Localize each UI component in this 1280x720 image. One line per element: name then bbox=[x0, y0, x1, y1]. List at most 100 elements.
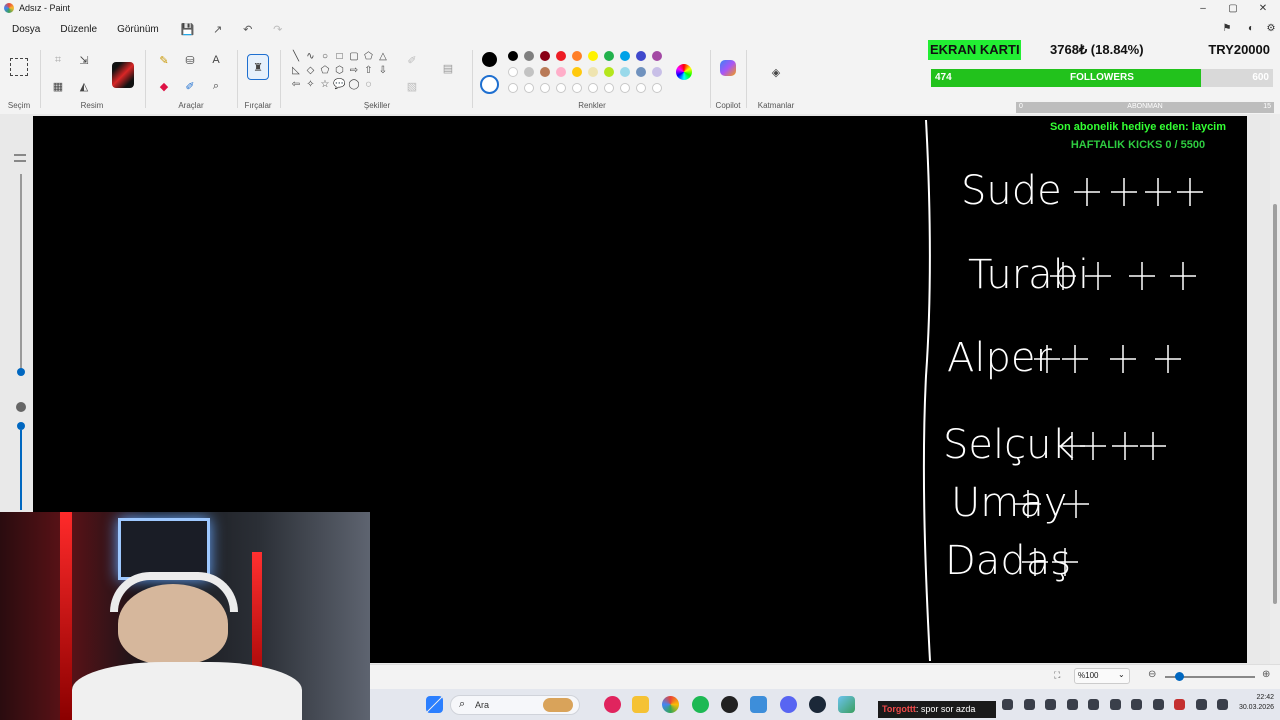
spotify-icon[interactable] bbox=[692, 696, 709, 713]
taskbar-clock[interactable]: 22:42 30.03.2026 bbox=[1239, 693, 1274, 713]
fill-icon[interactable]: ▧ bbox=[404, 78, 420, 94]
custom-color-slot[interactable] bbox=[588, 83, 598, 93]
tray-icon[interactable] bbox=[1066, 699, 1078, 710]
primary-color-swatch[interactable] bbox=[482, 52, 497, 67]
eraser-icon[interactable]: ◆ bbox=[156, 78, 172, 94]
scrollbar-thumb[interactable] bbox=[1273, 204, 1277, 604]
settings-gear-icon[interactable]: ⚙ bbox=[1256, 20, 1280, 36]
brush-icon[interactable]: ♜ bbox=[247, 54, 269, 80]
custom-color-slot[interactable] bbox=[556, 83, 566, 93]
custom-color-slot[interactable] bbox=[636, 83, 646, 93]
steam-icon[interactable] bbox=[809, 696, 826, 713]
colors-group: Renkler bbox=[476, 44, 708, 114]
opacity-knob[interactable] bbox=[17, 422, 25, 430]
undo-icon[interactable]: ↶ bbox=[239, 20, 257, 38]
tray-icon[interactable] bbox=[1045, 699, 1056, 710]
tray-icon[interactable] bbox=[1174, 699, 1185, 710]
fill-bucket-icon[interactable]: ⛁ bbox=[182, 52, 198, 68]
custom-color-slot[interactable] bbox=[652, 83, 662, 93]
obs-icon[interactable] bbox=[721, 696, 738, 713]
crop-icon[interactable]: ⌗ bbox=[50, 52, 66, 68]
tray-icon[interactable] bbox=[1131, 699, 1142, 710]
shape-size-icon[interactable]: ▤ bbox=[440, 60, 456, 76]
menu-edit[interactable]: Düzenle bbox=[58, 22, 99, 37]
color-swatch[interactable] bbox=[524, 67, 534, 77]
custom-color-slot[interactable] bbox=[524, 83, 534, 93]
tray-icon[interactable] bbox=[1088, 699, 1099, 710]
tray-icon[interactable] bbox=[1002, 699, 1013, 710]
color-swatch[interactable] bbox=[540, 67, 550, 77]
settings-app-icon[interactable] bbox=[750, 696, 767, 713]
custom-color-slot[interactable] bbox=[540, 83, 550, 93]
taskbar-search[interactable]: ⌕ Ara bbox=[450, 695, 580, 715]
color-swatch[interactable] bbox=[572, 51, 582, 61]
vertical-scrollbar[interactable] bbox=[1270, 114, 1280, 664]
menu-file[interactable]: Dosya bbox=[10, 22, 42, 37]
brush-size-slider[interactable] bbox=[14, 150, 28, 510]
media-player-icon[interactable] bbox=[604, 696, 621, 713]
save-icon[interactable]: 💾 bbox=[179, 20, 197, 38]
close-button[interactable]: ✕ bbox=[1248, 0, 1278, 16]
resize-icon[interactable]: ⇲ bbox=[76, 52, 92, 68]
color-swatch[interactable] bbox=[620, 67, 630, 77]
image-brush-icon[interactable] bbox=[112, 62, 134, 88]
tray-icon[interactable] bbox=[1195, 699, 1207, 710]
tray-icon[interactable] bbox=[1217, 699, 1228, 710]
zoom-out-icon[interactable]: ⊖ bbox=[1148, 669, 1156, 680]
pencil-icon[interactable]: ✎ bbox=[156, 52, 172, 68]
custom-color-slot[interactable] bbox=[508, 83, 518, 93]
tray-icon[interactable] bbox=[1109, 699, 1121, 710]
minimize-button[interactable]: – bbox=[1188, 0, 1218, 16]
custom-color-slot[interactable] bbox=[572, 83, 582, 93]
text-icon[interactable]: A bbox=[208, 52, 224, 68]
color-swatch[interactable] bbox=[508, 67, 518, 77]
shape-icon[interactable]: ◌ bbox=[361, 76, 377, 92]
tray-icon[interactable] bbox=[1023, 699, 1035, 710]
tray-icon[interactable] bbox=[1152, 699, 1164, 710]
color-swatch[interactable] bbox=[588, 51, 598, 61]
copilot-icon[interactable] bbox=[720, 60, 736, 76]
color-swatch[interactable] bbox=[556, 67, 566, 77]
zoom-in-icon[interactable]: ⊕ bbox=[1262, 669, 1270, 680]
color-swatch[interactable] bbox=[652, 67, 662, 77]
fit-window-icon[interactable]: ⛶ bbox=[1054, 670, 1060, 681]
secondary-color-swatch[interactable] bbox=[480, 75, 499, 94]
layers-icon[interactable]: ◈ bbox=[768, 64, 784, 80]
color-swatch[interactable] bbox=[540, 51, 550, 61]
line-width-icon bbox=[14, 154, 26, 162]
redo-icon[interactable]: ↷ bbox=[269, 20, 287, 38]
image-select-icon[interactable]: ▦ bbox=[50, 78, 66, 94]
file-explorer-icon[interactable] bbox=[632, 696, 649, 713]
color-swatch[interactable] bbox=[652, 51, 662, 61]
share-icon[interactable]: ↗ bbox=[209, 20, 227, 38]
ribbon-divider bbox=[746, 50, 747, 108]
discord-icon[interactable] bbox=[780, 696, 797, 713]
color-swatch[interactable] bbox=[524, 51, 534, 61]
start-windows-icon[interactable] bbox=[426, 696, 443, 713]
plus-mark bbox=[1080, 432, 1106, 460]
custom-color-slot[interactable] bbox=[604, 83, 614, 93]
color-picker-icon[interactable]: ✐ bbox=[182, 78, 198, 94]
custom-color-slot[interactable] bbox=[620, 83, 630, 93]
selection-icon[interactable] bbox=[10, 58, 28, 76]
color-swatch[interactable] bbox=[636, 51, 646, 61]
chrome-icon[interactable] bbox=[662, 696, 679, 713]
color-swatch[interactable] bbox=[604, 51, 614, 61]
color-swatch[interactable] bbox=[588, 67, 598, 77]
rotate-icon[interactable]: ◭ bbox=[76, 78, 92, 94]
maximize-button[interactable]: ▢ bbox=[1218, 0, 1248, 16]
zoom-slider-knob[interactable] bbox=[1175, 672, 1184, 681]
edit-colors-icon[interactable] bbox=[676, 64, 692, 80]
magnifier-icon[interactable]: ⌕ bbox=[208, 78, 224, 94]
color-swatch[interactable] bbox=[636, 67, 646, 77]
outline-icon[interactable]: ✐ bbox=[404, 52, 420, 68]
size-knob[interactable] bbox=[17, 368, 25, 376]
color-swatch[interactable] bbox=[556, 51, 566, 61]
paint-taskbar-icon[interactable] bbox=[838, 696, 855, 713]
menu-view[interactable]: Görünüm bbox=[115, 22, 161, 37]
color-swatch[interactable] bbox=[604, 67, 614, 77]
color-swatch[interactable] bbox=[620, 51, 630, 61]
shape-icon[interactable]: ⇩ bbox=[375, 62, 391, 78]
color-swatch[interactable] bbox=[508, 51, 518, 61]
color-swatch[interactable] bbox=[572, 67, 582, 77]
